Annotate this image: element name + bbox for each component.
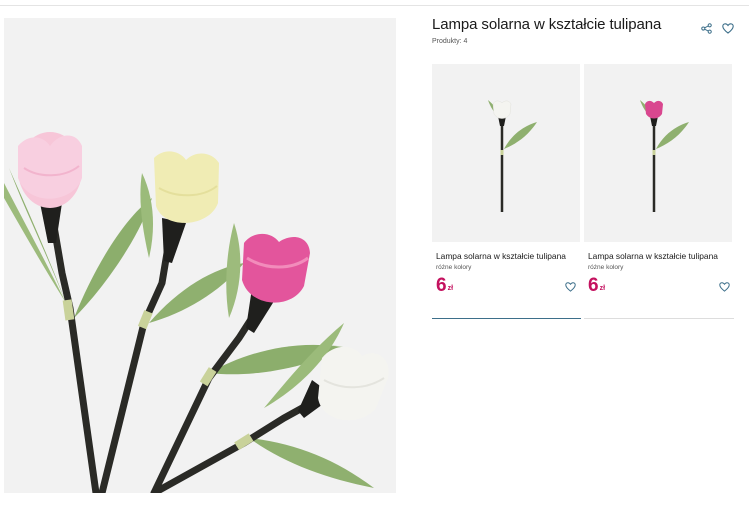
favorite-button[interactable] [721, 21, 735, 35]
variant-subtitle: różne kolory [588, 264, 624, 271]
variant-name[interactable]: Lampa solarna w kształcie tulipana [588, 251, 718, 261]
share-button[interactable] [699, 21, 713, 35]
tulip-white-image [488, 100, 537, 212]
top-divider [0, 5, 749, 6]
heart-icon [564, 282, 576, 292]
variant-favorite-button[interactable] [718, 281, 730, 293]
variant-price: 6zł [436, 275, 453, 297]
tulip-pink-image [640, 100, 689, 212]
variant-name[interactable]: Lampa solarna w kształcie tulipana [436, 251, 566, 261]
variant-subtitle: różne kolory [436, 264, 472, 271]
product-count-value: 4 [463, 38, 468, 45]
price-value: 6 [436, 275, 447, 296]
heart-icon [722, 22, 734, 34]
price-currency: zł [447, 285, 454, 292]
heart-icon [718, 282, 730, 292]
product-count-label: Produkty: [432, 38, 462, 45]
variant-price: 6zł [588, 275, 605, 297]
card-divider-active [432, 318, 581, 319]
price-value: 6 [588, 275, 599, 296]
product-count: Produkty: 4 [432, 38, 467, 45]
variant-thumbnail[interactable] [584, 64, 732, 242]
share-icon [700, 22, 712, 34]
hero-image[interactable] [4, 18, 396, 493]
variant-card[interactable]: Lampa solarna w kształcie tulipana różne… [584, 64, 734, 319]
variant-card[interactable]: Lampa solarna w kształcie tulipana różne… [432, 64, 581, 319]
card-divider [584, 318, 734, 319]
variant-thumbnail[interactable] [432, 64, 580, 242]
variant-favorite-button[interactable] [564, 281, 576, 293]
price-currency: zł [599, 285, 606, 292]
page-title: Lampa solarna w kształcie tulipana [432, 16, 662, 33]
tulip-illustration [4, 132, 389, 493]
